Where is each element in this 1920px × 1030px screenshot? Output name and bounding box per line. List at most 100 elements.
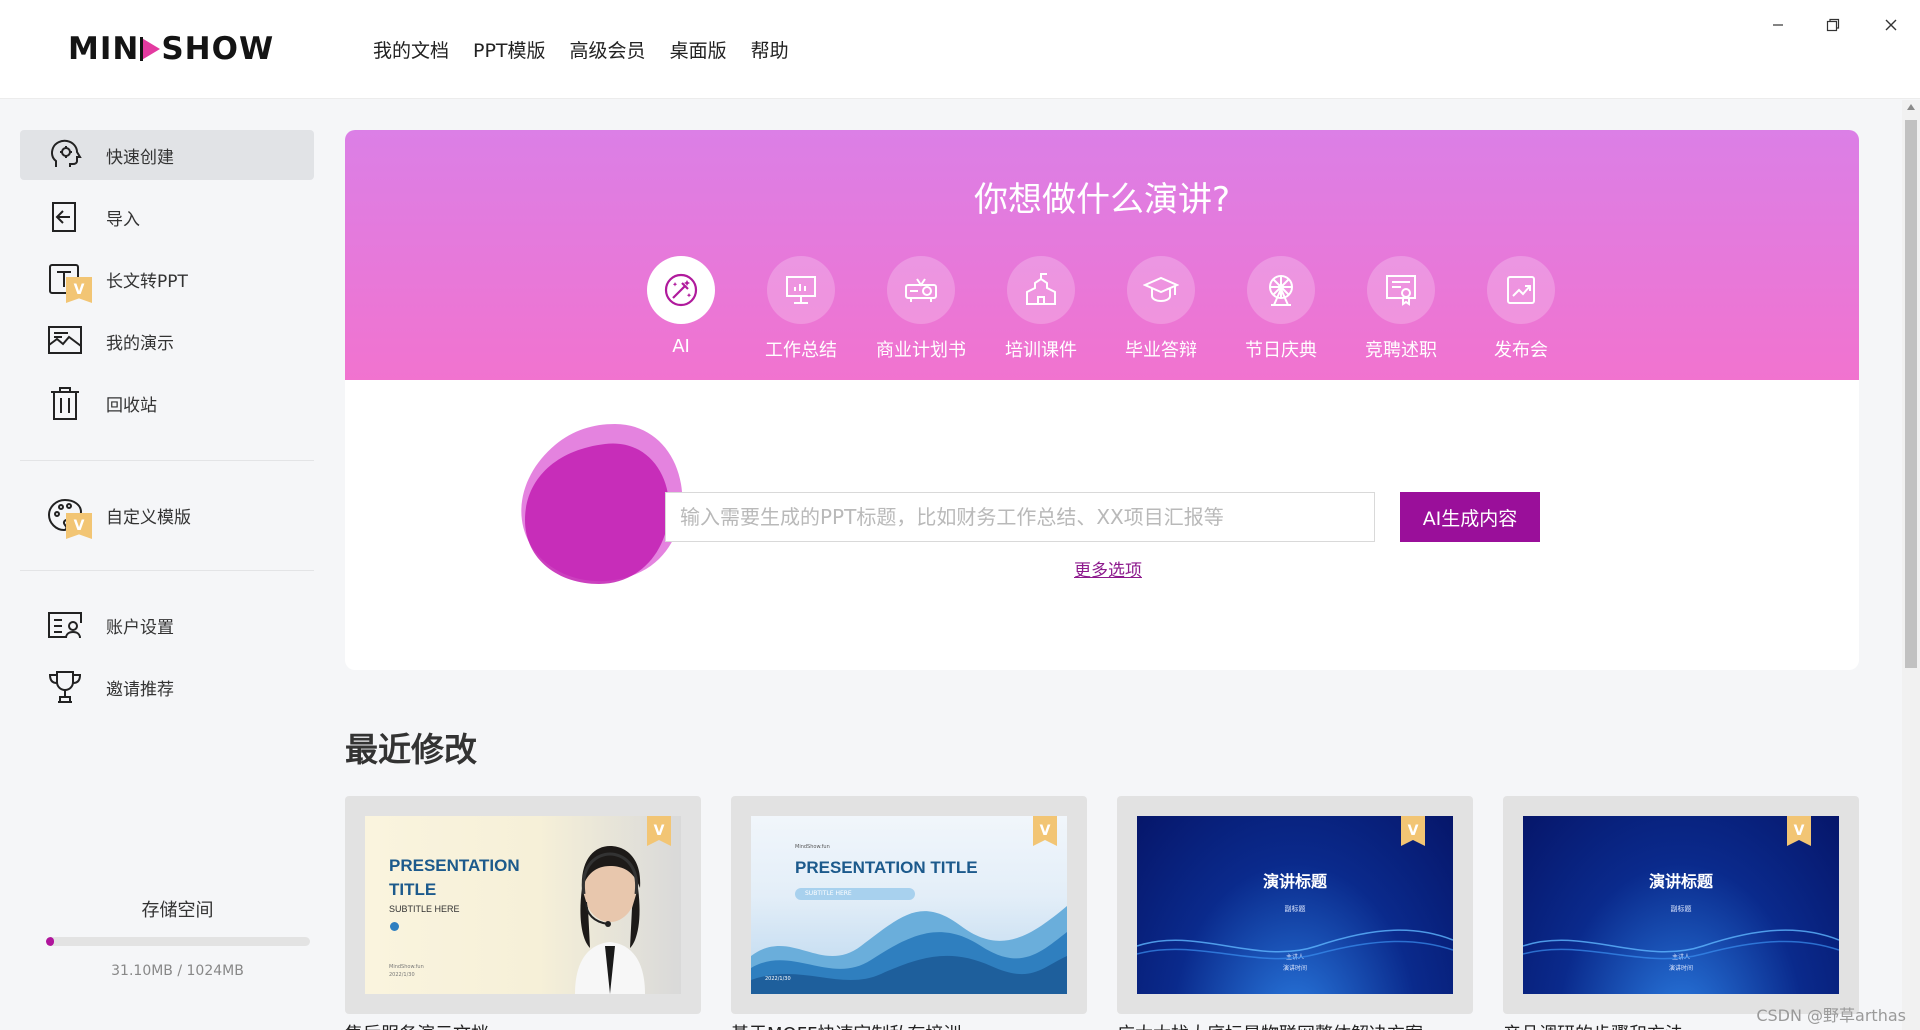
minimize-icon[interactable]	[1763, 14, 1793, 36]
blue-wave-graphic	[751, 906, 1067, 994]
sidebar-item-quick-create[interactable]: 快速创建	[20, 130, 314, 180]
category-work-summary[interactable]: 工作总结	[765, 256, 837, 362]
nav-help[interactable]: 帮助	[751, 36, 789, 63]
restore-icon[interactable]	[1818, 14, 1848, 36]
close-icon[interactable]	[1876, 14, 1906, 36]
sidebar-item-import[interactable]: 导入	[20, 192, 314, 242]
monitor-chart-icon	[767, 256, 835, 324]
sidebar-divider	[20, 570, 314, 571]
slide-date: 2022/1/30	[389, 972, 415, 978]
slide-dot-icon	[390, 922, 399, 931]
recent-doc-card[interactable]: MindShow.fun PRESENTATION TITLE SUBTITLE…	[731, 796, 1087, 1014]
nav-my-docs[interactable]: 我的文档	[373, 36, 449, 63]
logo-play-icon	[140, 37, 161, 61]
palette-icon: V	[44, 495, 92, 539]
logo-text-right: SHOW	[161, 31, 275, 67]
storage-progress-fill	[46, 937, 55, 946]
brain-head-icon	[44, 135, 86, 175]
category-label: AI	[672, 336, 690, 357]
category-launch-event[interactable]: 发布会	[1487, 256, 1555, 362]
category-business-plan[interactable]: 商业计划书	[876, 256, 966, 362]
trash-icon	[44, 383, 86, 423]
account-card-icon	[44, 605, 86, 645]
category-graduation[interactable]: 毕业答辩	[1125, 256, 1197, 362]
sidebar-item-label: 长文转PPT	[106, 271, 188, 292]
doc-title[interactable]: 广太太找大底坛是物联网整体解决方案	[1117, 1020, 1473, 1030]
light-wave-graphic	[1137, 929, 1453, 960]
category-label: 商业计划书	[876, 340, 966, 361]
hero-title: 你想做什么演讲?	[973, 180, 1231, 220]
doc-thumbnail: 演讲标题 副标题 主讲人 演讲时间 V	[1137, 816, 1453, 994]
nav-premium[interactable]: 高级会员	[570, 36, 646, 63]
category-label: 竞聘述职	[1365, 340, 1437, 361]
sidebar-item-account-settings[interactable]: 账户设置	[20, 600, 314, 650]
recent-doc-card[interactable]: PRESENTATION TITLE SUBTITLE HERE MindSho…	[345, 796, 701, 1014]
ppt-title-input[interactable]	[665, 492, 1375, 542]
mindshow-logo[interactable]: MIN SHOW	[68, 31, 274, 67]
vip-badge: V	[1033, 816, 1057, 846]
watermark: CSDN @野草arthas	[1756, 1006, 1906, 1025]
doc-thumbnail: PRESENTATION TITLE SUBTITLE HERE MindSho…	[365, 816, 681, 994]
vip-badge: V	[66, 513, 92, 539]
vertical-scrollbar[interactable]	[1902, 100, 1920, 1030]
sidebar-item-label: 导入	[106, 209, 140, 230]
slide-brand: MindShow.fun	[795, 844, 830, 850]
recent-doc-card[interactable]: 演讲标题 副标题 主讲人 演讲时间 V	[1117, 796, 1473, 1014]
text-t-icon: V	[44, 259, 92, 303]
recent-doc-card[interactable]: 演讲标题 副标题 主讲人 演讲时间 V	[1503, 796, 1859, 1014]
sidebar-item-label: 自定义模版	[106, 507, 191, 528]
sidebar-item-label: 我的演示	[106, 333, 174, 354]
storage-usage-text: 31.10MB / 1024MB	[111, 963, 244, 979]
slide-title: PRESENTATION TITLE	[795, 858, 978, 877]
category-label: 节日庆典	[1245, 340, 1317, 361]
sidebar-item-custom-template[interactable]: V 自定义模版	[20, 490, 314, 540]
light-wave-graphic	[1523, 929, 1839, 960]
top-header: MIN SHOW 我的文档 PPT模版 高级会员 桌面版 帮助	[0, 0, 1920, 99]
category-label: 发布会	[1494, 340, 1548, 361]
slide-date: 2022/1/30	[765, 976, 791, 982]
vip-badge: V	[1787, 816, 1811, 846]
scroll-up-arrow-icon[interactable]	[1907, 104, 1915, 110]
category-label: 培训课件	[1005, 340, 1077, 361]
trophy-icon	[44, 667, 86, 707]
doc-title[interactable]: 基于MOFF快速定制私有培训	[731, 1020, 1087, 1030]
vip-badge: V	[1401, 816, 1425, 846]
sidebar-item-label: 邀请推荐	[106, 679, 174, 700]
slide-subtitle: 副标题	[1670, 905, 1692, 913]
sidebar-item-my-presentations[interactable]: 我的演示	[20, 316, 314, 366]
trend-up-icon	[1487, 256, 1555, 324]
slide-brand: MindShow.fun	[389, 964, 424, 970]
recent-section-title: 最近修改	[345, 730, 477, 769]
slide-subtitle: SUBTITLE HERE	[389, 904, 460, 914]
logo-text-left: MIN	[68, 31, 140, 67]
nav-ppt-templates[interactable]: PPT模版	[473, 36, 546, 63]
ferris-wheel-icon	[1247, 256, 1315, 324]
sidebar-item-long-text-to-ppt[interactable]: V 长文转PPT	[20, 254, 314, 304]
sidebar-item-recycle-bin[interactable]: 回收站	[20, 378, 314, 428]
doc-thumbnail: 演讲标题 副标题 主讲人 演讲时间 V	[1523, 816, 1839, 994]
category-job-report[interactable]: 竞聘述职	[1365, 256, 1437, 362]
projector-icon	[887, 256, 955, 324]
slide-title: 演讲标题	[1648, 872, 1713, 891]
doc-title[interactable]: 售后服务演示文档	[345, 1020, 701, 1030]
scroll-thumb[interactable]	[1905, 120, 1917, 668]
vip-badge: V	[66, 277, 92, 303]
main-nav: 我的文档 PPT模版 高级会员 桌面版 帮助	[373, 36, 789, 63]
category-ai[interactable]: AI	[647, 256, 715, 362]
more-options-link[interactable]: 更多选项	[345, 556, 1855, 581]
sidebar-divider	[20, 460, 314, 461]
slide-title: PRESENTATION TITLE	[389, 856, 520, 899]
sidebar-item-invite[interactable]: 邀请推荐	[20, 662, 314, 712]
storage-progress-bar	[46, 937, 310, 946]
category-festival[interactable]: 节日庆典	[1245, 256, 1317, 362]
app-window: MIN SHOW 我的文档 PPT模版 高级会员 桌面版 帮助 快速创建 导入 …	[0, 0, 1920, 1030]
presentation-image-icon	[44, 321, 86, 361]
create-card: 你想做什么演讲? AI 工作总结 商业计划书 培训课件 毕业答辩 节日庆典 竞聘…	[345, 130, 1859, 670]
ai-generate-button[interactable]: AI生成内容	[1400, 492, 1540, 542]
category-label: 工作总结	[765, 340, 837, 361]
more-options-label: 更多选项	[1074, 561, 1142, 581]
hero-banner: 你想做什么演讲? AI 工作总结 商业计划书 培训课件 毕业答辩 节日庆典 竞聘…	[345, 130, 1859, 380]
slide-title: 演讲标题	[1262, 872, 1327, 891]
category-training[interactable]: 培训课件	[1005, 256, 1077, 362]
nav-desktop[interactable]: 桌面版	[670, 36, 727, 63]
